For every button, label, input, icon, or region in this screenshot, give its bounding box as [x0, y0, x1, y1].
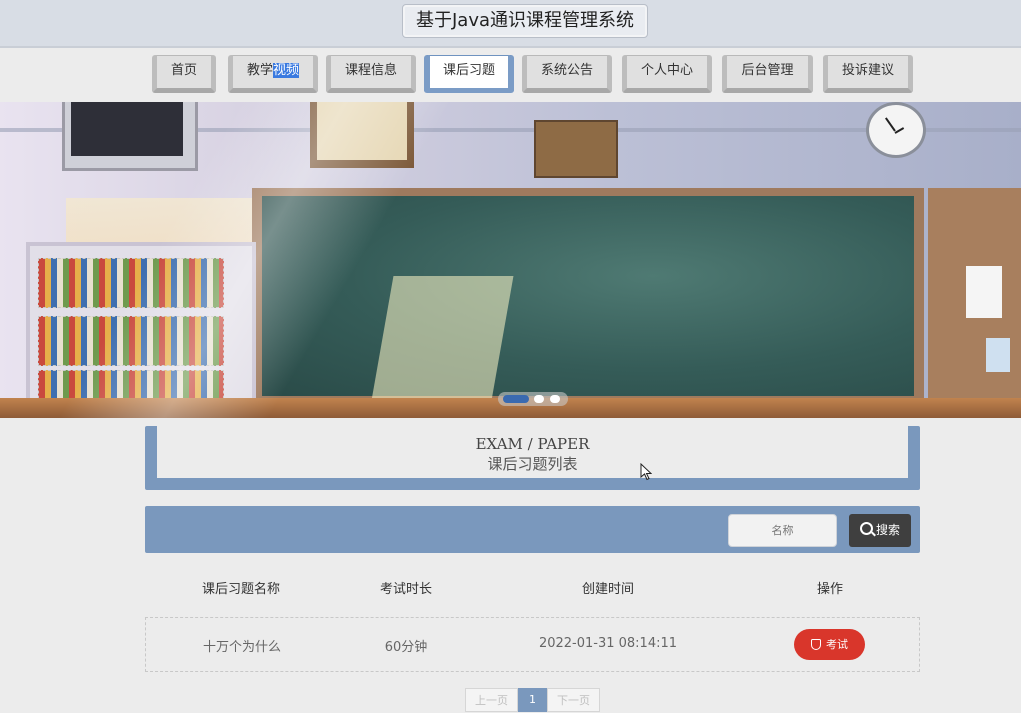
- cell-duration: 60分钟: [384, 640, 428, 655]
- cell-created: 2022-01-31 08:14:11: [538, 636, 678, 651]
- table-header-name: 课后习题名称: [201, 582, 280, 597]
- table-row: 十万个为什么 60分钟 2022-01-31 08:14:11 考试: [145, 617, 920, 672]
- banner-clock: [866, 102, 926, 158]
- banner-corkboard: [928, 188, 1021, 402]
- search-bar: 搜索: [145, 506, 920, 553]
- exam-button-label: 考试: [826, 638, 848, 651]
- cork-paper: [966, 266, 1002, 318]
- nav-homework[interactable]: 课后习题: [424, 55, 514, 93]
- section-title-inner: EXAM / PAPER 课后习题列表: [157, 426, 908, 478]
- nav-announcements[interactable]: 系统公告: [522, 55, 612, 93]
- site-title: 基于Java通识课程管理系统: [402, 4, 648, 38]
- nav-complaints[interactable]: 投诉建议: [823, 55, 913, 93]
- search-button[interactable]: 搜索: [849, 514, 911, 547]
- pagination-page-1[interactable]: 1: [518, 688, 547, 712]
- carousel-dot-1[interactable]: [503, 395, 529, 403]
- main-nav: 首页 教学视频 课程信息 课后习题 系统公告 个人中心 后台管理 投诉建议: [0, 48, 1021, 102]
- text-selection-highlight: 视频: [273, 63, 300, 78]
- nav-teaching-video-label: 教学: [246, 63, 273, 78]
- banner-carousel[interactable]: [0, 102, 1021, 418]
- clock-hand-hour: [894, 127, 905, 134]
- site-header: 基于Java通识课程管理系统: [0, 0, 1021, 48]
- table-header-action: 操作: [816, 582, 843, 597]
- pagination-prev[interactable]: 上一页: [465, 688, 518, 712]
- nav-home[interactable]: 首页: [152, 55, 216, 93]
- section-title-en: EXAM / PAPER: [475, 435, 590, 453]
- nav-course-info[interactable]: 课程信息: [326, 55, 416, 93]
- nav-admin[interactable]: 后台管理: [722, 55, 813, 93]
- section-title-box: EXAM / PAPER 课后习题列表: [145, 426, 920, 490]
- table-header-created: 创建时间: [581, 582, 634, 597]
- nav-profile[interactable]: 个人中心: [622, 55, 712, 93]
- banner-sunbeam: [30, 102, 550, 418]
- carousel-dots: [498, 392, 568, 406]
- pagination-next[interactable]: 下一页: [547, 688, 600, 712]
- cell-name: 十万个为什么: [202, 640, 281, 655]
- search-input[interactable]: [728, 514, 837, 547]
- search-button-label: 搜索: [875, 523, 900, 537]
- carousel-dot-3[interactable]: [550, 395, 560, 403]
- shield-icon: [811, 639, 821, 650]
- clock-hand-minute: [885, 117, 896, 132]
- exam-button[interactable]: 考试: [794, 629, 865, 660]
- nav-teaching-video[interactable]: 教学视频: [228, 55, 318, 93]
- table-header-duration: 考试时长: [379, 582, 432, 597]
- carousel-dot-2[interactable]: [534, 395, 544, 403]
- section-title-cn: 课后习题列表: [487, 455, 578, 473]
- search-icon: [859, 522, 873, 535]
- mouse-cursor-icon: [640, 463, 652, 481]
- cork-paper: [986, 338, 1010, 372]
